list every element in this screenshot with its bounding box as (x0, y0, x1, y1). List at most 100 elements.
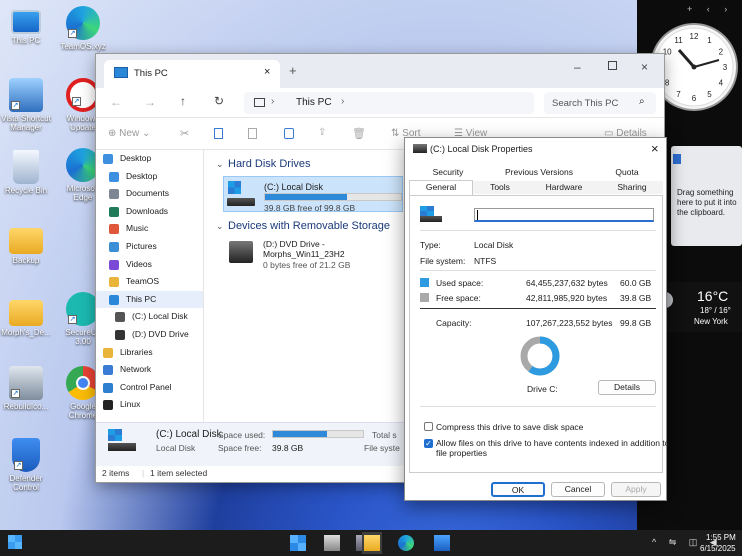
hard-drive-icon (227, 198, 255, 206)
tab-quota[interactable]: Quota (591, 166, 663, 179)
group-header-removable[interactable]: Devices with Removable Storage (228, 220, 390, 232)
type-value: Local Disk (474, 240, 514, 250)
nav-item-label: Control Panel (120, 381, 172, 392)
clipboard-gadget[interactable]: Drag something here to put it into the c… (671, 146, 742, 246)
desktop-icon-this-pc[interactable]: This PC (0, 6, 52, 45)
nav-item[interactable]: TeamOS (96, 273, 203, 291)
nav-item-label: This PC (126, 293, 157, 304)
nav-item[interactable]: (D:) DVD Drive (96, 326, 203, 344)
used-gb: 60.0 GB (620, 278, 652, 288)
volume-label-input[interactable] (474, 208, 654, 222)
details-space-free-label: Space free: (218, 443, 262, 453)
breadcrumb[interactable]: This PC (296, 97, 332, 108)
nav-item-label: Pictures (126, 240, 157, 251)
file-explorer-icon[interactable] (364, 535, 380, 551)
edge-icon: ↗ (66, 6, 100, 40)
drive-d-tile[interactable]: (D:) DVD Drive - Morphs_Win11_23H2 0 byt… (223, 237, 403, 275)
desktop-icon-label: RebuildIco... (3, 402, 49, 411)
details-name: (C:) Local Disk (156, 429, 222, 440)
weather-range: 18° / 16° (700, 306, 731, 315)
windows-logo-icon (108, 429, 122, 441)
nav-item[interactable]: (C:) Local Disk (96, 308, 203, 326)
nav-item-label: Documents (126, 188, 169, 199)
gadget-controls[interactable]: + ‹ › (687, 4, 733, 14)
nav-item-label: Libraries (120, 346, 153, 357)
capacity-bytes: 107,267,223,552 bytes (526, 318, 613, 328)
index-checkbox[interactable]: ✓ (424, 439, 433, 448)
rename-icon[interactable] (284, 128, 294, 139)
nav-item[interactable]: Network (96, 361, 203, 379)
tab-this-pc[interactable]: This PC × (104, 60, 280, 88)
drive-c-tile[interactable]: (C:) Local Disk 39.8 GB free of 99.8 GB (223, 176, 403, 213)
desktop-icon-recycle-bin[interactable]: Recycle Bin (0, 150, 52, 195)
nav-item-label: Videos (126, 258, 152, 269)
desktop-icon-backup[interactable]: Backup (0, 222, 52, 265)
share-icon[interactable]: ⇪ (318, 127, 326, 138)
store-icon[interactable] (434, 535, 450, 551)
clock-time[interactable]: 1:55 PM (706, 533, 736, 542)
desktop-icon-defender-control[interactable]: ↗ Defender Control (0, 438, 52, 492)
desktop-icon-teamos[interactable]: ↗ TeamOS.xyz (57, 6, 109, 51)
refresh-icon[interactable]: ↻ (214, 94, 224, 108)
compress-label: Compress this drive to save disk space (436, 422, 584, 432)
back-arrow-icon[interactable]: ← (110, 95, 122, 109)
tab-general[interactable]: General (409, 180, 473, 195)
clock-date[interactable]: 6/15/2025 (700, 544, 736, 553)
minimize-button[interactable]: – (574, 60, 581, 74)
paste-icon[interactable] (248, 128, 257, 139)
details-fs-label: File syste (364, 443, 400, 453)
tab-close-icon[interactable]: × (264, 66, 270, 78)
fs-label: File system: (420, 256, 466, 266)
tab-previous-versions[interactable]: Previous Versions (487, 166, 591, 179)
forward-arrow-icon[interactable]: → (144, 95, 156, 109)
new-tab-button[interactable]: + (289, 63, 297, 78)
tab-sharing[interactable]: Sharing (601, 181, 663, 194)
search-box[interactable]: Search This PC ⌕ (544, 92, 656, 114)
edge-icon[interactable] (398, 535, 414, 551)
nav-item[interactable]: Documents (96, 185, 203, 203)
monitor-icon (114, 67, 128, 78)
ok-button[interactable]: OK (491, 482, 545, 497)
details-button[interactable]: Details (598, 380, 656, 395)
desktop-icon-label: Vista Shortcut Manager (1, 114, 51, 132)
nav-item-label: TeamOS (126, 276, 160, 287)
drive-d-name: (D:) DVD Drive - (263, 239, 325, 249)
tab-tools[interactable]: Tools (473, 181, 527, 194)
clock-number: 11 (674, 36, 683, 45)
cancel-button[interactable]: Cancel (551, 482, 605, 497)
desktop-icon-vista-shortcut[interactable]: ↗ Vista Shortcut Manager (0, 78, 52, 132)
desktop-icon-rebuildico[interactable]: ↗ RebuildIco... (0, 366, 52, 411)
nav-item-icon (115, 329, 125, 340)
nav-item[interactable]: Linux (96, 396, 203, 414)
tab-security[interactable]: Security (409, 166, 487, 179)
nav-item[interactable]: Pictures (96, 238, 203, 256)
cut-icon[interactable]: ✂ (180, 127, 189, 140)
desktop-icon-morphs[interactable]: Morph's_De... (0, 294, 52, 337)
tab-hardware[interactable]: Hardware (527, 181, 601, 194)
maximize-button[interactable] (608, 61, 617, 70)
copy-icon[interactable] (214, 128, 223, 139)
up-arrow-icon[interactable]: ↑ (180, 94, 186, 108)
apply-button[interactable]: Apply (611, 482, 661, 497)
nav-item[interactable]: Control Panel (96, 379, 203, 397)
start-button-icon[interactable] (290, 535, 306, 551)
nav-item-icon (103, 382, 113, 393)
nav-item[interactable]: This PC (96, 290, 203, 309)
dialog-close-icon[interactable]: × (651, 141, 659, 156)
task-view-icon[interactable] (324, 535, 340, 551)
nav-item[interactable]: Music (96, 220, 203, 238)
clock-number: 2 (719, 48, 724, 57)
nav-item[interactable]: Desktop (96, 150, 203, 168)
new-button[interactable]: ⊕ New ⌄ (108, 128, 150, 139)
group-header-hard-disk[interactable]: Hard Disk Drives (228, 158, 311, 170)
start-left-icon[interactable] (8, 535, 22, 549)
nav-item[interactable]: Libraries (96, 344, 203, 362)
nav-item[interactable]: Videos (96, 256, 203, 274)
clock-number: 7 (676, 90, 681, 99)
compress-checkbox[interactable] (424, 422, 433, 431)
address-bar[interactable]: › This PC › (244, 92, 534, 114)
close-button[interactable]: × (641, 60, 648, 74)
nav-item[interactable]: Downloads (96, 203, 203, 221)
nav-item[interactable]: Desktop (96, 168, 203, 186)
delete-icon[interactable]: 🗑 (352, 127, 366, 140)
